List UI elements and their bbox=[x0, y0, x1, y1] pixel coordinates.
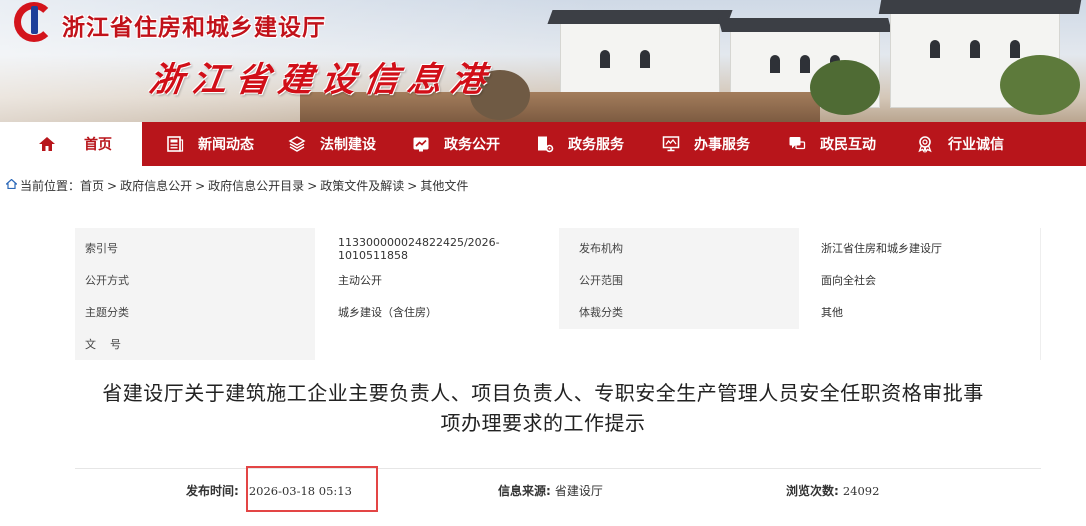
article-title-line-1: 省建设厅关于建筑施工企业主要负责人、项目负责人、专职安全生产管理人员安全任职资格… bbox=[102, 381, 984, 405]
publish-time: 发布时间: 2026-03-18 05:13 bbox=[186, 482, 352, 499]
info-divider bbox=[75, 468, 1041, 469]
nav-item-gov-open[interactable]: 政务公开 bbox=[410, 122, 500, 166]
breadcrumb-separator: > bbox=[195, 178, 206, 193]
main-nav: 首页 新闻动态 法制建设 政务公开 政务服务 办事服务 政民互动 行业诚信 bbox=[0, 122, 1086, 166]
banner-window bbox=[970, 40, 980, 58]
breadcrumb-link-gov-info[interactable]: 政府信息公开 bbox=[120, 177, 192, 194]
info-source: 信息来源: 省建设厅 bbox=[498, 482, 603, 499]
newspaper-icon bbox=[164, 133, 186, 155]
meta-genre-label: 体裁分类 bbox=[579, 306, 623, 319]
nav-label: 行业诚信 bbox=[948, 137, 1004, 153]
meta-publisher-value: 浙江省住房和城乡建设厅 bbox=[821, 242, 942, 255]
breadcrumb: 当前位置： 首页 > 政府信息公开 > 政府信息公开目录 > 政策文件及解读 >… bbox=[4, 177, 468, 194]
meta-genre-value: 其他 bbox=[821, 306, 843, 319]
nav-item-home[interactable]: 首页 bbox=[0, 122, 142, 166]
breadcrumb-link-other-files[interactable]: 其他文件 bbox=[420, 177, 468, 194]
breadcrumb-separator: > bbox=[307, 178, 318, 193]
meta-topic-label: 主题分类 bbox=[85, 306, 129, 319]
nav-label: 办事服务 bbox=[694, 137, 750, 153]
site-logo[interactable] bbox=[14, 2, 54, 42]
publish-time-label: 发布时间: bbox=[186, 484, 239, 498]
nav-item-integrity[interactable]: 行业诚信 bbox=[914, 122, 1004, 166]
nav-item-gov-service[interactable]: 政务服务 bbox=[534, 122, 624, 166]
view-count: 浏览次数: 24092 bbox=[786, 482, 879, 499]
nav-label: 政民互动 bbox=[820, 137, 876, 153]
banner-window bbox=[770, 55, 780, 73]
logo-bar bbox=[31, 6, 38, 34]
breadcrumb-link-gov-info-catalog[interactable]: 政府信息公开目录 bbox=[208, 177, 304, 194]
meta-mode-value: 主动公开 bbox=[338, 274, 382, 287]
info-source-value: 省建设厅 bbox=[554, 484, 603, 498]
view-count-value: 24092 bbox=[842, 483, 880, 498]
banner-window bbox=[1010, 40, 1020, 58]
breadcrumb-separator: > bbox=[407, 178, 418, 193]
home-icon bbox=[36, 133, 58, 155]
meta-publisher-label: 发布机构 bbox=[579, 242, 623, 255]
meta-index-value: 113300000024822425/2026-1010511858 bbox=[338, 236, 500, 262]
breadcrumb-prefix: 当前位置： bbox=[20, 179, 81, 193]
meta-right-block bbox=[559, 228, 1041, 360]
banner-window bbox=[930, 40, 940, 58]
banner-window bbox=[600, 50, 610, 68]
meta-index-label: 索引号 bbox=[85, 242, 118, 255]
chart-board-icon bbox=[410, 133, 432, 155]
nav-label: 新闻动态 bbox=[198, 137, 254, 153]
nav-item-affairs[interactable]: 办事服务 bbox=[660, 122, 750, 166]
breadcrumb-link-home[interactable]: 首页 bbox=[80, 177, 104, 194]
info-source-label: 信息来源: bbox=[498, 484, 551, 498]
article-title-line-2: 项办理要求的工作提示 bbox=[440, 411, 646, 435]
chat-icon bbox=[786, 133, 808, 155]
meta-scope-value: 面向全社会 bbox=[821, 274, 876, 287]
location-home-icon bbox=[4, 178, 19, 192]
badge-icon bbox=[914, 133, 936, 155]
nav-item-interaction[interactable]: 政民互动 bbox=[786, 122, 876, 166]
publish-time-value: 2026-03-18 05:13 bbox=[248, 483, 352, 498]
meta-topic-value: 城乡建设（含住房） bbox=[338, 306, 437, 319]
monitor-icon bbox=[660, 133, 682, 155]
banner-roof bbox=[547, 10, 733, 24]
document-gear-icon bbox=[534, 133, 556, 155]
nav-item-legal[interactable]: 法制建设 bbox=[286, 122, 376, 166]
view-count-label: 浏览次数: bbox=[786, 484, 839, 498]
site-name: 浙江省建设信息港 bbox=[146, 60, 497, 100]
nav-item-news[interactable]: 新闻动态 bbox=[164, 122, 254, 166]
breadcrumb-link-policy[interactable]: 政策文件及解读 bbox=[320, 177, 404, 194]
meta-scope-label: 公开范围 bbox=[579, 274, 623, 287]
meta-docno-label: 文 号 bbox=[85, 338, 121, 351]
nav-label: 政务服务 bbox=[568, 137, 624, 153]
banner-tree bbox=[810, 60, 880, 115]
banner-window bbox=[800, 55, 810, 73]
nav-label: 法制建设 bbox=[320, 137, 376, 153]
banner-tree bbox=[1000, 55, 1080, 115]
meta-mode-label: 公开方式 bbox=[85, 274, 129, 287]
site-banner: 浙江省住房和城乡建设厅 浙江省建设信息港 bbox=[0, 0, 1086, 122]
banner-window bbox=[640, 50, 650, 68]
banner-roof bbox=[718, 18, 892, 32]
document-meta-table: 索引号 113300000024822425/2026-1010511858 发… bbox=[75, 228, 1041, 360]
org-name: 浙江省住房和城乡建设厅 bbox=[62, 15, 326, 41]
nav-label: 政务公开 bbox=[444, 137, 500, 153]
banner-roof bbox=[878, 0, 1082, 14]
article-title: 省建设厅关于建筑施工企业主要负责人、项目负责人、专职安全生产管理人员安全任职资格… bbox=[60, 378, 1026, 438]
nav-label: 首页 bbox=[84, 137, 112, 153]
breadcrumb-separator: > bbox=[107, 178, 118, 193]
layers-icon bbox=[286, 133, 308, 155]
